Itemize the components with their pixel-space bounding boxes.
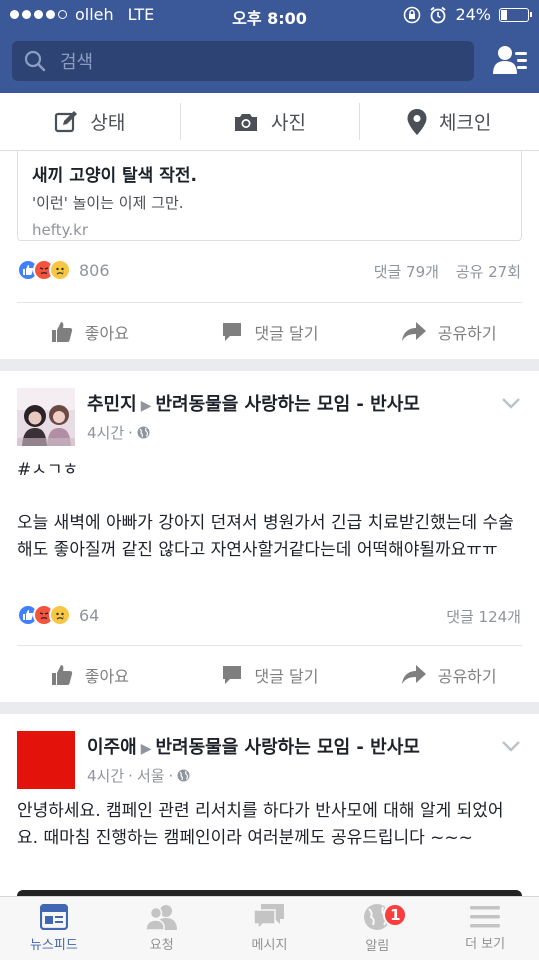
post-actions: 좋아요 댓글 달기 공유하기 xyxy=(0,646,539,704)
arrow-right-icon: ▶ xyxy=(140,741,152,757)
battery-percent: 24% xyxy=(455,5,491,24)
share-button[interactable]: 공유하기 xyxy=(359,303,539,361)
rotation-lock-icon xyxy=(404,6,421,23)
post-stats[interactable]: 댓글 124개 xyxy=(446,606,521,627)
tab-newsfeed[interactable]: 뉴스피드 xyxy=(0,897,108,960)
globe-icon xyxy=(137,426,150,439)
post-stats[interactable]: 댓글 79개 공유 27회 xyxy=(374,261,521,282)
avatar[interactable] xyxy=(17,388,75,446)
reaction-count: 64 xyxy=(79,605,100,625)
camera-icon xyxy=(235,113,258,131)
link-preview[interactable]: 새끼 고양이 탈색 작전. '이런' 놀이는 이제 그만. hefty.kr xyxy=(17,151,522,241)
tab-requests-label: 요청 xyxy=(149,938,174,953)
status-bar: olleh LTE 오후 8:00 24% xyxy=(0,0,539,30)
comment-button[interactable]: 댓글 달기 xyxy=(180,646,360,704)
post-location[interactable]: 서울 xyxy=(137,765,165,786)
tab-requests[interactable]: 요청 xyxy=(108,897,216,960)
checkin-button[interactable]: 체크인 xyxy=(359,93,539,150)
comment-label: 댓글 달기 xyxy=(254,324,319,343)
author-line: 이주애 ▶ 반려동물을 사랑하는 모임 - 반사모 xyxy=(87,733,507,759)
photo-button[interactable]: 사진 xyxy=(179,93,360,150)
newsfeed-icon xyxy=(39,904,68,930)
share-button[interactable]: 공유하기 xyxy=(359,646,539,704)
alarm-icon xyxy=(430,6,447,23)
comment-icon xyxy=(222,323,241,341)
post-hashtag[interactable]: #ㅅㄱㅎ xyxy=(17,457,522,484)
messages-icon xyxy=(253,904,285,930)
post-meta: 추민지 ▶ 반려동물을 사랑하는 모임 - 반사모 4시간 · xyxy=(87,390,507,443)
composer-bar: 상태 사진 체크인 xyxy=(0,93,539,151)
status-button-label: 상태 xyxy=(90,112,126,134)
tab-notifications[interactable]: 알림 1 xyxy=(323,897,431,960)
author-name[interactable]: 추민지 xyxy=(87,394,137,415)
link-domain: hefty.kr xyxy=(32,221,88,239)
author-name[interactable]: 이주애 xyxy=(87,737,137,758)
group-name[interactable]: 반려동물을 사랑하는 모임 - 반사모 xyxy=(155,394,419,415)
friends-list-icon[interactable] xyxy=(493,44,529,78)
search-placeholder: 검색 xyxy=(60,52,94,73)
group-name[interactable]: 반려동물을 사랑하는 모임 - 반사모 xyxy=(155,737,419,758)
share-arrow-icon xyxy=(401,322,426,341)
post-meta: 이주애 ▶ 반려동물을 사랑하는 모임 - 반사모 4시간 · 서울 · xyxy=(87,733,507,786)
share-label: 공유하기 xyxy=(437,667,497,686)
post-subline: 4시간 · 서울 · xyxy=(87,765,507,786)
post-subline: 4시간 · xyxy=(87,422,507,443)
post-body: 오늘 새벽에 아빠가 강아지 던져서 병원가서 긴급 치료받긴했는데 수술해도 … xyxy=(17,513,514,560)
share-label: 공유하기 xyxy=(437,324,497,343)
top-bar: olleh LTE 오후 8:00 24% 검색 xyxy=(0,0,539,93)
status-button[interactable]: 상태 xyxy=(0,93,180,150)
comment-label: 댓글 달기 xyxy=(254,667,319,686)
like-button[interactable]: 좋아요 xyxy=(0,303,180,361)
reactions-summary[interactable]: 806 xyxy=(17,259,110,281)
sad-reaction-icon xyxy=(49,604,71,626)
thumbs-up-icon xyxy=(51,665,72,685)
feed-post: 이주애 ▶ 반려동물을 사랑하는 모임 - 반사모 4시간 · 서울 · 안녕하세요… xyxy=(0,714,539,896)
post-time[interactable]: 4시간 xyxy=(87,765,124,786)
search-icon xyxy=(24,50,46,72)
like-label: 좋아요 xyxy=(84,667,129,686)
link-description: '이런' 놀이는 이제 그만. xyxy=(32,194,184,212)
edit-icon xyxy=(55,110,78,132)
arrow-right-icon: ▶ xyxy=(140,398,152,414)
location-pin-icon xyxy=(407,108,427,135)
chevron-down-icon[interactable] xyxy=(501,396,521,410)
thumbs-up-icon xyxy=(51,322,72,342)
menu-icon xyxy=(470,906,501,928)
comment-count[interactable]: 댓글 79개 xyxy=(374,263,439,281)
checkin-button-label: 체크인 xyxy=(438,112,492,134)
feed-post: 추민지 ▶ 반려동물을 사랑하는 모임 - 반사모 4시간 · #ㅅㄱㅎ 오늘 새벽… xyxy=(0,371,539,702)
tab-more-label: 더 보기 xyxy=(465,937,506,952)
post-actions: 좋아요 댓글 달기 공유하기 xyxy=(0,303,539,361)
tab-notifications-label: 알림 xyxy=(365,939,390,954)
chevron-down-icon[interactable] xyxy=(501,739,521,753)
link-title: 새끼 고양이 탈색 작전. xyxy=(32,166,197,186)
sad-reaction-icon xyxy=(49,259,71,281)
photo-button-label: 사진 xyxy=(271,112,306,134)
tab-messages[interactable]: 메시지 xyxy=(216,897,324,960)
share-count[interactable]: 공유 27회 xyxy=(456,263,521,281)
battery-icon xyxy=(499,7,532,22)
share-arrow-icon xyxy=(401,665,426,684)
tab-bar: 뉴스피드 요청 메시지 알림 1 더 보기 xyxy=(0,896,539,960)
author-line: 추민지 ▶ 반려동물을 사랑하는 모임 - 반사모 xyxy=(87,390,507,416)
like-button[interactable]: 좋아요 xyxy=(0,646,180,704)
tab-more[interactable]: 더 보기 xyxy=(431,897,539,960)
feed-post: 새끼 고양이 탈색 작전. '이런' 놀이는 이제 그만. hefty.kr 8… xyxy=(0,151,539,359)
friend-requests-icon xyxy=(145,905,177,930)
like-label: 좋아요 xyxy=(84,324,129,343)
tab-messages-label: 메시지 xyxy=(251,938,288,953)
reaction-count: 806 xyxy=(79,260,110,280)
comment-count[interactable]: 댓글 124개 xyxy=(446,608,521,626)
globe-icon xyxy=(177,769,190,782)
notification-badge: 1 xyxy=(383,903,408,927)
reactions-summary[interactable]: 64 xyxy=(17,604,99,626)
search-bar[interactable]: 검색 xyxy=(12,41,474,81)
tab-newsfeed-label: 뉴스피드 xyxy=(29,938,78,953)
avatar[interactable] xyxy=(17,731,75,789)
comment-button[interactable]: 댓글 달기 xyxy=(180,303,360,361)
post-body: 안녕하세요. 캠페인 관련 리서치를 하다가 반사모에 대해 알게 되었어요. … xyxy=(17,801,504,848)
post-time[interactable]: 4시간 xyxy=(87,422,124,443)
comment-icon xyxy=(222,666,241,684)
